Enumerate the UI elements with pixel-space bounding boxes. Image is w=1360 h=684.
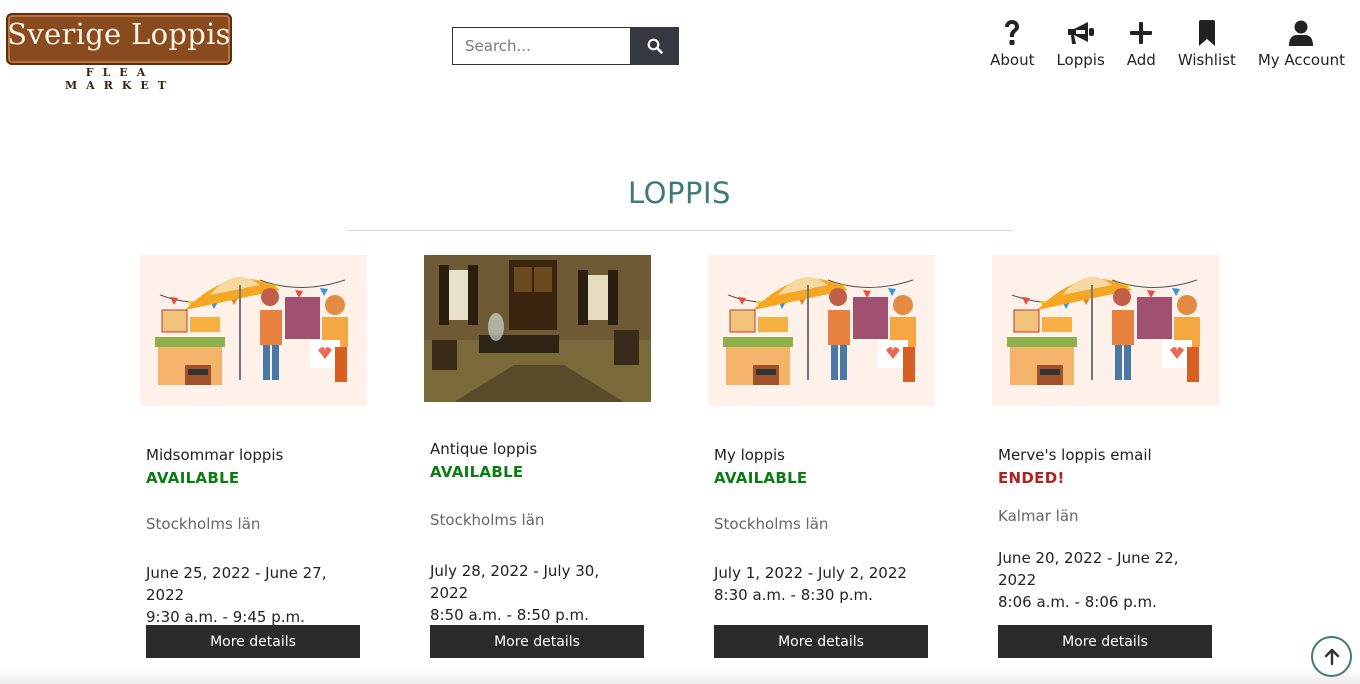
loppis-card: Midsommar loppis AVAILABLE Stockholms lä…: [140, 255, 367, 660]
card-time-range: 8:06 a.m. - 8:06 p.m.: [998, 593, 1157, 611]
nav-about-label: About: [990, 51, 1035, 69]
card-region: Kalmar län: [998, 507, 1079, 525]
bookmark-icon: [1197, 18, 1217, 48]
flea-market-illustration[interactable]: [708, 255, 935, 406]
status-badge: ENDED!: [998, 469, 1065, 487]
search-icon: [647, 38, 663, 54]
card-dates: July 28, 2022 - July 30, 2022 8:50 a.m. …: [430, 560, 640, 626]
plus-icon: [1129, 18, 1153, 48]
card-title: My loppis: [714, 446, 785, 464]
status-badge: AVAILABLE: [146, 469, 240, 487]
search-form: [452, 27, 679, 65]
card-title: Antique loppis: [430, 440, 538, 458]
nav-wishlist[interactable]: Wishlist: [1167, 18, 1247, 69]
nav-about[interactable]: About: [979, 18, 1045, 69]
search-button[interactable]: [630, 27, 679, 65]
status-badge: AVAILABLE: [430, 463, 524, 481]
status-badge: AVAILABLE: [714, 469, 808, 487]
loppis-card: Antique loppis AVAILABLE Stockholms län …: [424, 255, 651, 660]
flea-market-illustration[interactable]: [140, 255, 367, 406]
card-title: Merve's loppis email: [998, 446, 1152, 464]
user-icon: [1288, 18, 1314, 48]
arrow-up-icon: [1324, 648, 1339, 665]
back-to-top-button[interactable]: [1311, 636, 1352, 677]
card-region: Stockholms län: [146, 515, 261, 533]
more-details-button[interactable]: More details: [998, 625, 1212, 658]
card-time-range: 8:30 a.m. - 8:30 p.m.: [714, 586, 873, 604]
card-dates: June 20, 2022 - June 22, 2022 8:06 a.m. …: [998, 547, 1198, 613]
heading-divider: [346, 230, 1013, 231]
card-date-range: July 28, 2022 - July 30, 2022: [430, 562, 600, 602]
card-dates: June 25, 2022 - June 27, 2022 9:30 a.m. …: [146, 562, 356, 628]
card-region: Stockholms län: [430, 511, 545, 529]
nav-account[interactable]: My Account: [1247, 18, 1356, 69]
card-dates: July 1, 2022 - July 2, 2022 8:30 a.m. - …: [714, 562, 924, 606]
search-input[interactable]: [452, 27, 630, 65]
card-title: Midsommar loppis: [146, 446, 284, 464]
site-logo[interactable]: Sverige Loppis FLEA MARKET: [6, 13, 232, 92]
loppis-card: Merve's loppis email ENDED! Kalmar län J…: [992, 255, 1219, 660]
logo-title: Sverige Loppis: [7, 17, 231, 51]
more-details-button[interactable]: More details: [430, 625, 644, 658]
logo-subtitle: FLEA MARKET: [65, 66, 175, 92]
loppis-card: My loppis AVAILABLE Stockholms län July …: [708, 255, 935, 660]
card-time-range: 8:50 a.m. - 8:50 p.m.: [430, 606, 589, 624]
card-date-range: June 25, 2022 - June 27, 2022: [146, 564, 327, 604]
nav-wishlist-label: Wishlist: [1177, 51, 1236, 69]
main-nav: About Loppis Add Wishlist My Account: [979, 18, 1356, 69]
nav-loppis[interactable]: Loppis: [1045, 18, 1115, 69]
nav-loppis-label: Loppis: [1056, 51, 1105, 69]
nav-add[interactable]: Add: [1116, 18, 1167, 69]
card-region: Stockholms län: [714, 515, 829, 533]
flea-market-illustration[interactable]: [992, 255, 1219, 406]
nav-account-label: My Account: [1257, 51, 1345, 69]
footer-shadow: [0, 668, 1360, 684]
page-title: LOPPIS: [628, 176, 731, 210]
question-icon: [1002, 18, 1022, 48]
nav-add-label: Add: [1126, 51, 1156, 69]
more-details-button[interactable]: More details: [714, 625, 928, 658]
antique-room-photo[interactable]: [424, 255, 651, 402]
more-details-button[interactable]: More details: [146, 625, 360, 658]
megaphone-icon: [1066, 18, 1096, 48]
card-date-range: June 20, 2022 - June 22, 2022: [998, 549, 1179, 589]
card-date-range: July 1, 2022 - July 2, 2022: [714, 564, 907, 582]
